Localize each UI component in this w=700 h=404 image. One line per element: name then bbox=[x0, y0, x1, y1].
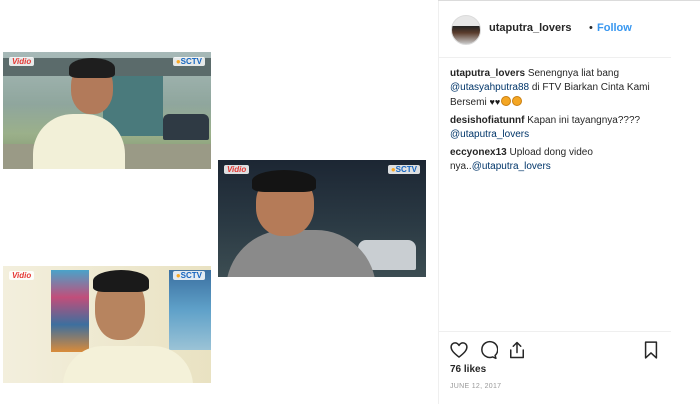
comment-username[interactable]: desishofiatunnf bbox=[450, 115, 524, 126]
comments-list: utaputra_lovers Senengnya liat bang @uta… bbox=[450, 67, 660, 178]
caption-comment: utaputra_lovers Senengnya liat bang @uta… bbox=[450, 67, 660, 110]
wall-painting bbox=[51, 270, 89, 352]
video-still-2: Vidio ●SCTV bbox=[218, 160, 426, 277]
grinning-face-icon bbox=[512, 96, 523, 106]
avatar[interactable] bbox=[451, 15, 481, 45]
video-still-1: Vidio ●SCTV bbox=[3, 52, 211, 169]
bookmark-icon[interactable] bbox=[641, 340, 661, 360]
person-hair bbox=[93, 270, 149, 292]
post-date: JUNE 12, 2017 bbox=[450, 383, 502, 390]
action-bar bbox=[439, 331, 671, 368]
person-hair bbox=[252, 170, 316, 192]
vidio-logo: Vidio bbox=[9, 271, 35, 280]
vidio-logo: Vidio bbox=[9, 57, 35, 66]
likes-count[interactable]: 76 likes bbox=[450, 364, 486, 375]
sctv-logo: ●SCTV bbox=[172, 57, 205, 66]
comment: eccyonex13 Upload dong video nya..@utapu… bbox=[450, 146, 660, 174]
share-icon[interactable] bbox=[507, 340, 527, 360]
black-heart-icon: ♥ bbox=[494, 97, 501, 107]
post-side-panel: utaputra_lovers • Follow utaputra_lovers… bbox=[439, 1, 671, 404]
comment-mention[interactable]: @utaputra_lovers bbox=[472, 161, 551, 172]
comment-mention[interactable]: @utaputra_lovers bbox=[450, 129, 529, 140]
post-image[interactable]: Vidio ●SCTV Vidio ●SCTV Vidio ●SCTV bbox=[0, 0, 438, 404]
comment-username[interactable]: utaputra_lovers bbox=[450, 68, 525, 79]
sctv-logo: ●SCTV bbox=[387, 165, 420, 174]
person-shirt bbox=[63, 346, 193, 383]
sctv-logo-text: SCTV bbox=[180, 271, 202, 280]
sctv-logo: ●SCTV bbox=[172, 271, 205, 280]
background-car bbox=[163, 114, 209, 140]
follow-button[interactable]: Follow bbox=[597, 22, 632, 34]
wall-painting bbox=[169, 270, 211, 350]
author-username[interactable]: utaputra_lovers bbox=[489, 22, 572, 34]
comment-username[interactable]: eccyonex13 bbox=[450, 147, 507, 158]
sctv-logo-text: SCTV bbox=[395, 165, 417, 174]
comment-text: Kapan ini tayangnya???? bbox=[527, 115, 641, 126]
comment-mention[interactable]: @utasyahputra88 bbox=[450, 82, 529, 93]
separator-dot: • bbox=[589, 22, 593, 34]
comment-icon[interactable] bbox=[478, 340, 499, 360]
person-shirt bbox=[226, 230, 376, 277]
grinning-face-icon bbox=[501, 96, 512, 106]
person-hair bbox=[69, 58, 115, 78]
heart-icon[interactable] bbox=[449, 340, 469, 360]
comment: desishofiatunnf Kapan ini tayangnya???? … bbox=[450, 114, 660, 142]
video-still-3: Vidio ●SCTV bbox=[3, 266, 211, 383]
vidio-logo: Vidio bbox=[224, 165, 250, 174]
sctv-logo-text: SCTV bbox=[180, 57, 202, 66]
post-header: utaputra_lovers • Follow bbox=[439, 1, 671, 58]
comment-text: Senengnya liat bang bbox=[527, 68, 619, 79]
